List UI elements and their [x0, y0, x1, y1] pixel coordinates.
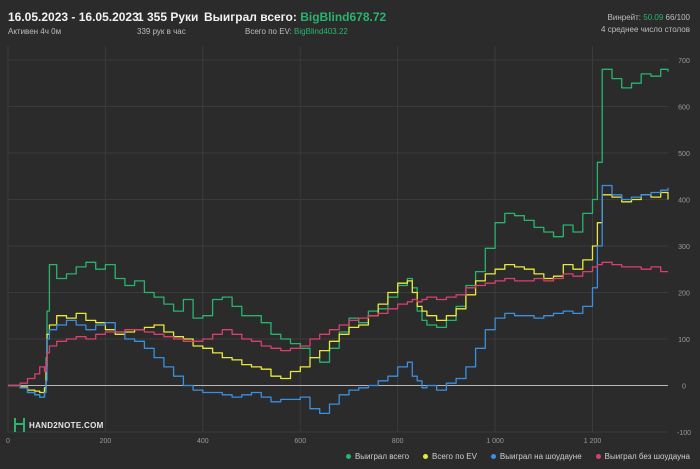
- chart-grid: [7, 46, 668, 433]
- y-tick-label: 100: [678, 337, 690, 344]
- legend-item-non-showdown[interactable]: Выиграл без шоудауна: [595, 452, 690, 461]
- chart-series: [8, 68, 669, 415]
- x-tick-label: 600: [294, 438, 306, 445]
- x-tick-label: 800: [392, 438, 404, 445]
- winnings-chart: 0 200 400 600 800 1 000 1 200-1000100200300400…: [6, 46, 691, 445]
- x-tick-label: 1 000: [486, 438, 504, 445]
- y-tick-label: 300: [678, 244, 690, 251]
- legend-dot-icon: [423, 454, 429, 459]
- y-tick-label: -100: [677, 430, 691, 437]
- legend-item-won-total[interactable]: Выиграл всего: [345, 452, 410, 461]
- legend-label: Выиграл на шоудауне: [499, 452, 582, 461]
- y-tick-label: 500: [678, 151, 690, 158]
- x-tick-label: 1 200: [584, 438, 602, 445]
- y-tick-label: 600: [678, 104, 690, 111]
- y-tick-label: 700: [678, 58, 690, 65]
- legend-label: Выиграл без шоудауна: [604, 452, 690, 461]
- hand2note-logo-icon: [14, 418, 25, 432]
- series-line-2: [8, 184, 669, 415]
- x-tick-label: 400: [197, 438, 209, 445]
- legend-dot-icon: [345, 454, 351, 459]
- x-tick-label: 200: [100, 438, 112, 445]
- y-tick-label: 0: [682, 383, 686, 390]
- legend-label: Всего по EV: [432, 452, 477, 461]
- y-tick-label: 200: [678, 290, 690, 297]
- chart-axes: 0 200 400 600 800 1 000 1 200-1000100200300400…: [6, 58, 691, 445]
- legend-item-showdown[interactable]: Выиграл на шоудауне: [490, 452, 582, 461]
- legend-item-ev-total[interactable]: Всего по EV: [423, 452, 477, 461]
- watermark-text: HAND2NOTE.COM: [29, 420, 104, 430]
- series-line-3: [8, 261, 668, 387]
- chart-legend: Выиграл всего Всего по EV Выиграл на шоу…: [345, 452, 690, 461]
- legend-dot-icon: [595, 454, 601, 459]
- hand2note-watermark: HAND2NOTE.COM: [14, 418, 104, 432]
- y-tick-label: 400: [678, 197, 690, 204]
- legend-dot-icon: [490, 454, 496, 459]
- legend-label: Выиграл всего: [354, 452, 410, 461]
- x-tick-label: 0: [6, 438, 10, 445]
- series-line-0: [8, 68, 669, 398]
